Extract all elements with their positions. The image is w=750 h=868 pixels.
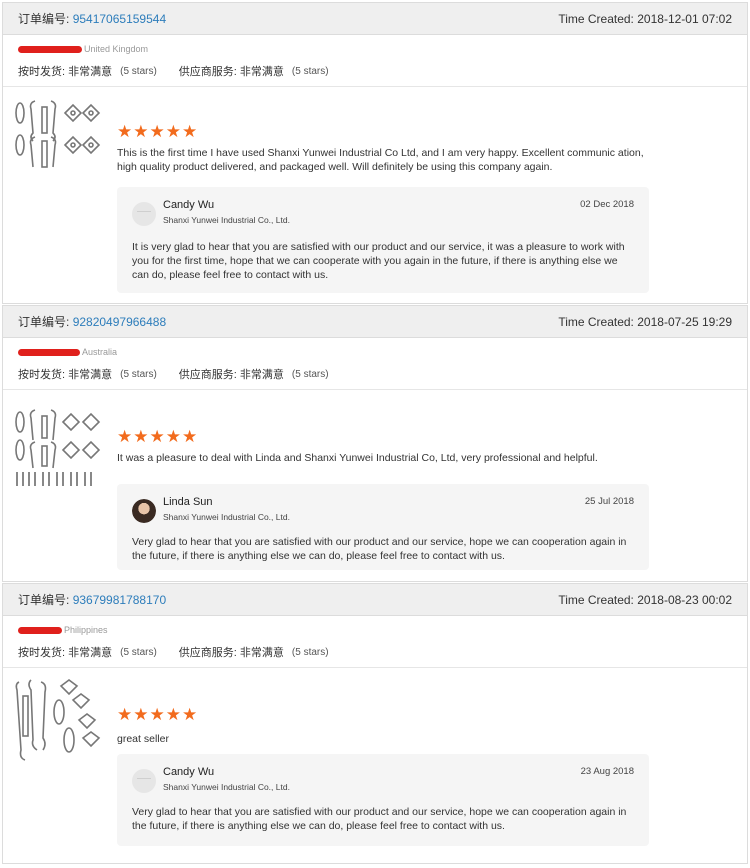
seller-company: Shanxi Yunwei Industrial Co., Ltd.	[163, 215, 290, 225]
buyer-feedback: This is the first time I have used Shanx…	[117, 147, 644, 173]
order-number-link[interactable]: 95417065159544	[73, 12, 166, 26]
shipping-stars-note: (5 stars)	[120, 646, 157, 658]
shipping-label: 按时发货:	[18, 647, 66, 659]
time-created-value: 2018-07-25 19:29	[637, 314, 732, 329]
order-label: 订单编号:	[18, 12, 70, 26]
seller-reply: Candy Wu Shanxi Yunwei Industrial Co., L…	[117, 754, 649, 846]
product-thumbnail[interactable]	[13, 408, 105, 492]
shipping-rating-text: 非常满意	[68, 66, 113, 78]
reply-date: 25 Jul 2018	[584, 496, 634, 507]
time-created-label: Time Created:	[558, 592, 634, 607]
shipping-stars-note: (5 stars)	[120, 368, 157, 380]
avatar	[132, 769, 156, 793]
star-rating: ★★★★★	[117, 705, 199, 724]
review-card: 订单编号: 93679981788170 Time Created: 2018-…	[2, 583, 748, 864]
seller-company: Shanxi Yunwei Industrial Co., Ltd.	[163, 512, 290, 522]
service-stars-note: (5 stars)	[291, 646, 329, 658]
shipping-rating-text: 非常满意	[68, 369, 113, 381]
review-card: 订单编号: 95417065159544 Time Created: 2018-…	[2, 2, 748, 304]
reply-text: Very glad to hear that you are satisfied…	[132, 806, 627, 832]
seller-name: Candy Wu	[163, 766, 215, 778]
seller-reply: Candy Wu Shanxi Yunwei Industrial Co., L…	[117, 187, 649, 293]
star-rating: ★★★★★	[117, 122, 199, 141]
avatar	[132, 202, 156, 226]
service-stars-note: (5 stars)	[291, 65, 329, 77]
review-card: 订单编号: 92820497966488 Time Created: 2018-…	[2, 305, 748, 582]
service-stars-note: (5 stars)	[291, 368, 329, 380]
redacted-buyer-name	[18, 45, 82, 53]
product-thumbnail[interactable]	[13, 99, 105, 173]
shipping-stars-note: (5 stars)	[120, 65, 157, 77]
service-rating-text: 非常满意	[239, 369, 284, 381]
reply-date: 02 Dec 2018	[580, 199, 634, 210]
buyer-info: Australia 按时发货: 非常满意 (5 stars) 供应商服务: 非常…	[3, 338, 747, 390]
order-label: 订单编号:	[18, 315, 70, 329]
seller-reply: Linda Sun Shanxi Yunwei Industrial Co., …	[117, 484, 649, 570]
reply-date: 23 Aug 2018	[580, 766, 634, 777]
time-created-label: Time Created:	[558, 314, 634, 329]
time-created-value: 2018-08-23 00:02	[637, 592, 732, 607]
service-label: 供应商服务:	[178, 66, 237, 78]
time-created-label: Time Created:	[558, 11, 634, 26]
shipping-rating: 按时发货: 非常满意 (5 stars)	[18, 366, 157, 382]
shipping-rating: 按时发货: 非常满意 (5 stars)	[18, 644, 157, 660]
service-rating: 供应商服务: 非常满意 (5 stars)	[179, 366, 329, 382]
shipping-rating-text: 非常满意	[68, 647, 113, 659]
buyer-feedback: It was a pleasure to deal with Linda and…	[117, 452, 598, 464]
avatar	[132, 499, 156, 523]
buyer-info: Philippines 按时发货: 非常满意 (5 stars) 供应商服务: …	[3, 616, 747, 668]
buyer-country: Australia	[82, 347, 118, 357]
buyer-info: United Kingdom 按时发货: 非常满意 (5 stars) 供应商服…	[3, 35, 747, 87]
redacted-buyer-name	[18, 348, 80, 356]
service-label: 供应商服务:	[178, 369, 237, 381]
service-label: 供应商服务:	[178, 647, 237, 659]
buyer-country: Philippines	[64, 625, 108, 635]
order-header: 订单编号: 93679981788170 Time Created: 2018-…	[3, 584, 747, 616]
buyer-country: United Kingdom	[84, 44, 149, 54]
seller-name: Candy Wu	[163, 199, 215, 211]
order-header: 订单编号: 95417065159544 Time Created: 2018-…	[3, 3, 747, 35]
order-header: 订单编号: 92820497966488 Time Created: 2018-…	[3, 306, 747, 338]
service-rating: 供应商服务: 非常满意 (5 stars)	[179, 63, 329, 79]
shipping-label: 按时发货:	[18, 66, 66, 78]
redacted-buyer-name	[18, 626, 62, 634]
seller-company: Shanxi Yunwei Industrial Co., Ltd.	[163, 782, 290, 792]
order-number-link[interactable]: 92820497966488	[73, 315, 166, 329]
service-rating: 供应商服务: 非常满意 (5 stars)	[179, 644, 329, 660]
shipping-rating: 按时发货: 非常满意 (5 stars)	[18, 63, 157, 79]
buyer-feedback: great seller	[117, 733, 169, 745]
order-number-link[interactable]: 93679981788170	[73, 593, 166, 607]
reply-text: It is very glad to hear that you are sat…	[132, 241, 625, 281]
time-created-value: 2018-12-01 07:02	[637, 11, 732, 26]
product-thumbnail[interactable]	[13, 678, 105, 764]
star-rating: ★★★★★	[117, 427, 199, 446]
shipping-label: 按时发货:	[18, 369, 66, 381]
service-rating-text: 非常满意	[239, 66, 284, 78]
reply-text: Very glad to hear that you are satisfied…	[132, 536, 627, 562]
order-label: 订单编号:	[18, 593, 70, 607]
seller-name: Linda Sun	[163, 496, 213, 508]
service-rating-text: 非常满意	[239, 647, 284, 659]
